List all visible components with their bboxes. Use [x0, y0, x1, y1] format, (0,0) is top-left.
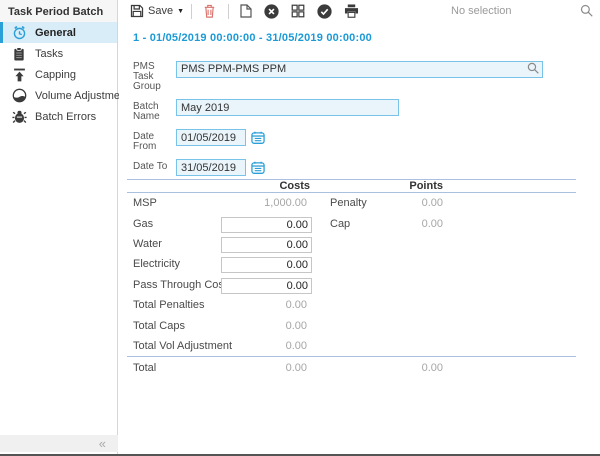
save-button-label: Save	[148, 5, 173, 17]
row-label: Electricity	[133, 258, 221, 270]
penalty-label: Penalty	[330, 197, 400, 209]
table-row-gas: Gas Cap 0.00	[133, 213, 600, 233]
cap-value: 0.00	[400, 218, 447, 230]
sidebar-item-capping[interactable]: Capping	[0, 64, 117, 85]
sidebar-item-tasks[interactable]: Tasks	[0, 43, 117, 64]
toolbar-separator	[228, 4, 229, 19]
row-label: Pass Through Costs	[133, 279, 221, 291]
penalty-value: 0.00	[400, 197, 447, 209]
row-label: Total Vol Adjustment	[133, 340, 221, 352]
lookup-search-icon[interactable]	[527, 62, 539, 74]
sidebar: Task Period Batch General Tasks	[0, 0, 118, 454]
table-row-total-penalties: Total Penalties 0.00	[133, 295, 600, 315]
pms-task-group-label: PMS Task Group	[133, 59, 176, 92]
date-from-label: Date From	[133, 129, 176, 152]
table-row-pass-through-costs: Pass Through Costs	[133, 275, 600, 295]
copy-button[interactable]	[240, 4, 252, 18]
date-from-input[interactable]	[176, 129, 246, 146]
table-row-electricity: Electricity	[133, 254, 600, 274]
costs-table-header: Costs Points	[133, 180, 600, 192]
bug-icon	[11, 109, 27, 125]
date-to-label: Date To	[133, 159, 176, 172]
sidebar-item-volume-adjustments[interactable]: Volume Adjustments	[0, 85, 117, 106]
sidebar-item-label: Batch Errors	[35, 111, 96, 123]
table-row-total-caps: Total Caps 0.00	[133, 315, 600, 335]
approve-button[interactable]	[317, 4, 332, 19]
grid-icon	[291, 4, 305, 18]
table-row-msp: MSP 1,000.00 Penalty 0.00	[133, 193, 600, 213]
cap-label: Cap	[330, 218, 400, 230]
clipboard-icon	[11, 46, 27, 62]
main-panel: Save ▼	[119, 0, 600, 454]
water-input[interactable]	[221, 237, 312, 253]
table-row-total-vol-adjustment: Total Vol Adjustment 0.00	[133, 336, 600, 356]
total-vol-adjustment-value: 0.00	[221, 340, 312, 352]
date-to-row: Date To	[133, 159, 600, 176]
print-icon	[344, 4, 359, 18]
cap-arrow-icon	[11, 67, 27, 83]
sidebar-item-general[interactable]: General	[0, 22, 117, 43]
date-from-row: Date From	[133, 129, 600, 152]
row-label: MSP	[133, 197, 221, 209]
sidebar-item-batch-errors[interactable]: Batch Errors	[0, 106, 117, 127]
batch-name-label: Batch Name	[133, 99, 176, 122]
toolbar: Save ▼	[119, 0, 600, 22]
cancel-circle-icon	[264, 4, 279, 19]
row-label: Water	[133, 238, 221, 250]
trash-icon	[203, 4, 216, 18]
sidebar-title: Task Period Batch	[0, 0, 117, 22]
save-icon	[130, 4, 144, 18]
save-button[interactable]: Save ▼	[130, 4, 184, 18]
total-label: Total	[133, 362, 221, 374]
date-to-input[interactable]	[176, 159, 246, 176]
msp-value: 1,000.00	[221, 197, 312, 209]
points-column-header: Points	[330, 180, 447, 192]
record-form: PMS Task Group Batch Name Date From	[119, 59, 600, 176]
search-icon[interactable]	[580, 4, 593, 17]
row-label: Gas	[133, 218, 221, 230]
pass-through-costs-input[interactable]	[221, 278, 312, 294]
batch-name-row: Batch Name	[133, 99, 600, 122]
gas-input[interactable]	[221, 217, 312, 233]
cancel-button[interactable]	[264, 4, 279, 19]
app-window: Task Period Batch General Tasks	[0, 0, 600, 456]
collapse-sidebar-button[interactable]: «	[99, 437, 106, 450]
total-caps-value: 0.00	[221, 320, 312, 332]
total-penalties-value: 0.00	[221, 299, 312, 311]
copy-icon	[240, 4, 252, 18]
pms-task-group-row: PMS Task Group	[133, 59, 600, 92]
calendar-icon[interactable]	[251, 131, 265, 144]
calendar-icon[interactable]	[251, 161, 265, 174]
sidebar-item-label: Capping	[35, 69, 76, 81]
toolbar-separator	[191, 4, 192, 19]
total-costs-value: 0.00	[221, 362, 312, 374]
half-filled-circle-icon	[11, 88, 27, 104]
check-circle-icon	[317, 4, 332, 19]
print-button[interactable]	[344, 4, 359, 18]
selection-status: No selection	[451, 5, 512, 17]
costs-column-header: Costs	[221, 180, 312, 192]
grid-view-button[interactable]	[291, 4, 305, 18]
alarm-clock-icon	[11, 25, 27, 41]
row-label: Total Caps	[133, 320, 221, 332]
table-row-water: Water	[133, 234, 600, 254]
delete-button[interactable]	[203, 4, 216, 18]
sidebar-item-label: Tasks	[35, 48, 63, 60]
record-header: 1 - 01/05/2019 00:00:00 - 31/05/2019 00:…	[133, 32, 600, 44]
electricity-input[interactable]	[221, 257, 312, 273]
batch-name-input[interactable]	[176, 99, 399, 116]
row-label: Total Penalties	[133, 299, 221, 311]
pms-task-group-input[interactable]	[176, 61, 543, 78]
costs-table-body: MSP 1,000.00 Penalty 0.00 Gas Cap 0.00 W…	[119, 193, 600, 356]
dropdown-caret-icon[interactable]: ▼	[177, 8, 184, 15]
sidebar-item-label: General	[35, 27, 76, 39]
sidebar-footer: «	[0, 435, 118, 452]
total-points-value: 0.00	[400, 362, 447, 374]
table-row-total: Total 0.00 0.00	[133, 357, 600, 379]
